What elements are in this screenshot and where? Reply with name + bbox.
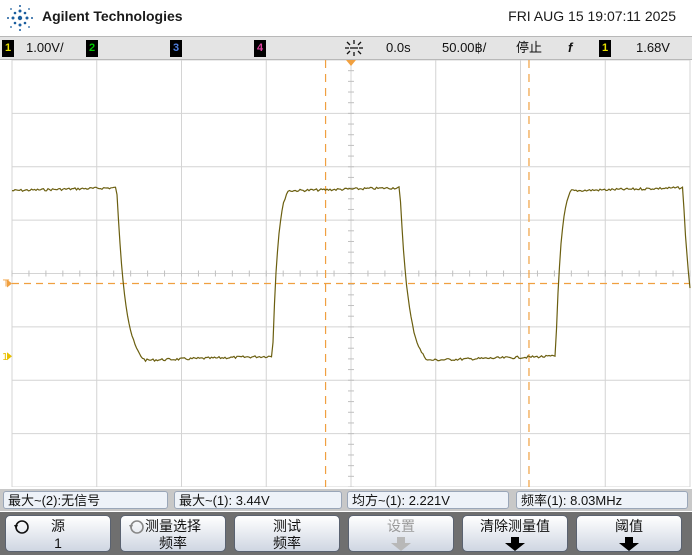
measure-select-label: 测量选择 [145,518,201,534]
measure-select-value: 频率 [159,535,187,551]
screen-markers: T1 [2,60,356,363]
softkey-bar: 源 1 测量选择 频率 测试 频率 设置 清除测量值 阈值 [0,512,692,555]
clear-measurements-label: 清除测量值 [480,518,550,534]
test-softkey-label: 测试 [273,518,301,534]
measurement-frequency-ch1: 频率(1): 8.03MHz [516,491,688,509]
trigger-edge-icon: f [568,40,573,55]
header-bar: Agilent Technologies FRI AUG 15 19:07:11… [0,0,692,36]
brand-name: Agilent Technologies [42,8,183,24]
time-scale: 50.00฿/ [442,40,487,55]
source-softkey[interactable]: 源 1 [5,515,111,552]
status-bar: 1 1.00V/ 2 3 4 0.0s 50.00฿/ 停止 f 1 1.68V [0,36,692,60]
channel-4-indicator[interactable]: 4 [254,40,266,57]
channel-2-indicator[interactable]: 2 [86,40,98,57]
acquisition-sun-icon [345,40,363,56]
run-state: 停止 [516,40,543,55]
channel-1-scale: 1.00V/ [26,40,64,55]
measurement-max-ch1: 最大~(1): 3.44V [174,491,342,509]
threshold-softkey[interactable]: 阈值 [576,515,682,552]
trigger-position-icon [346,60,356,66]
clear-measurements-softkey[interactable]: 清除测量值 [462,515,568,552]
agilent-spark-logo-icon [7,5,33,31]
measurement-max-ch2: 最大~(2):无信号 [3,491,168,509]
channel-3-indicator[interactable]: 3 [170,40,182,57]
graticule-grid [11,60,691,487]
source-softkey-label: 源 [51,518,65,534]
trigger-source-indicator: 1 [599,40,611,57]
settings-softkey-label: 设置 [387,518,415,534]
submenu-arrow-down-icon [391,537,411,551]
datetime-display: FRI AUG 15 19:07:11 2025 [508,8,676,24]
test-softkey-value: 频率 [273,535,301,551]
submenu-arrow-down-icon [505,537,525,551]
measurement-bar: 最大~(2):无信号 最大~(1): 3.44V 均方~(1): 2.221V … [0,489,692,511]
time-offset: 0.0s [386,40,411,55]
test-softkey[interactable]: 测试 频率 [234,515,340,552]
settings-softkey[interactable]: 设置 [348,515,454,552]
trigger-level: 1.68V [636,40,670,55]
threshold-softkey-label: 阈值 [615,518,643,534]
measure-select-softkey[interactable]: 测量选择 频率 [120,515,226,552]
submenu-arrow-down-icon [619,537,639,551]
measurement-rms-ch1: 均方~(1): 2.221V [347,491,509,509]
source-softkey-value: 1 [54,535,62,551]
channel-1-indicator[interactable]: 1 [2,40,14,57]
waveform-display[interactable]: T1 [0,60,692,487]
